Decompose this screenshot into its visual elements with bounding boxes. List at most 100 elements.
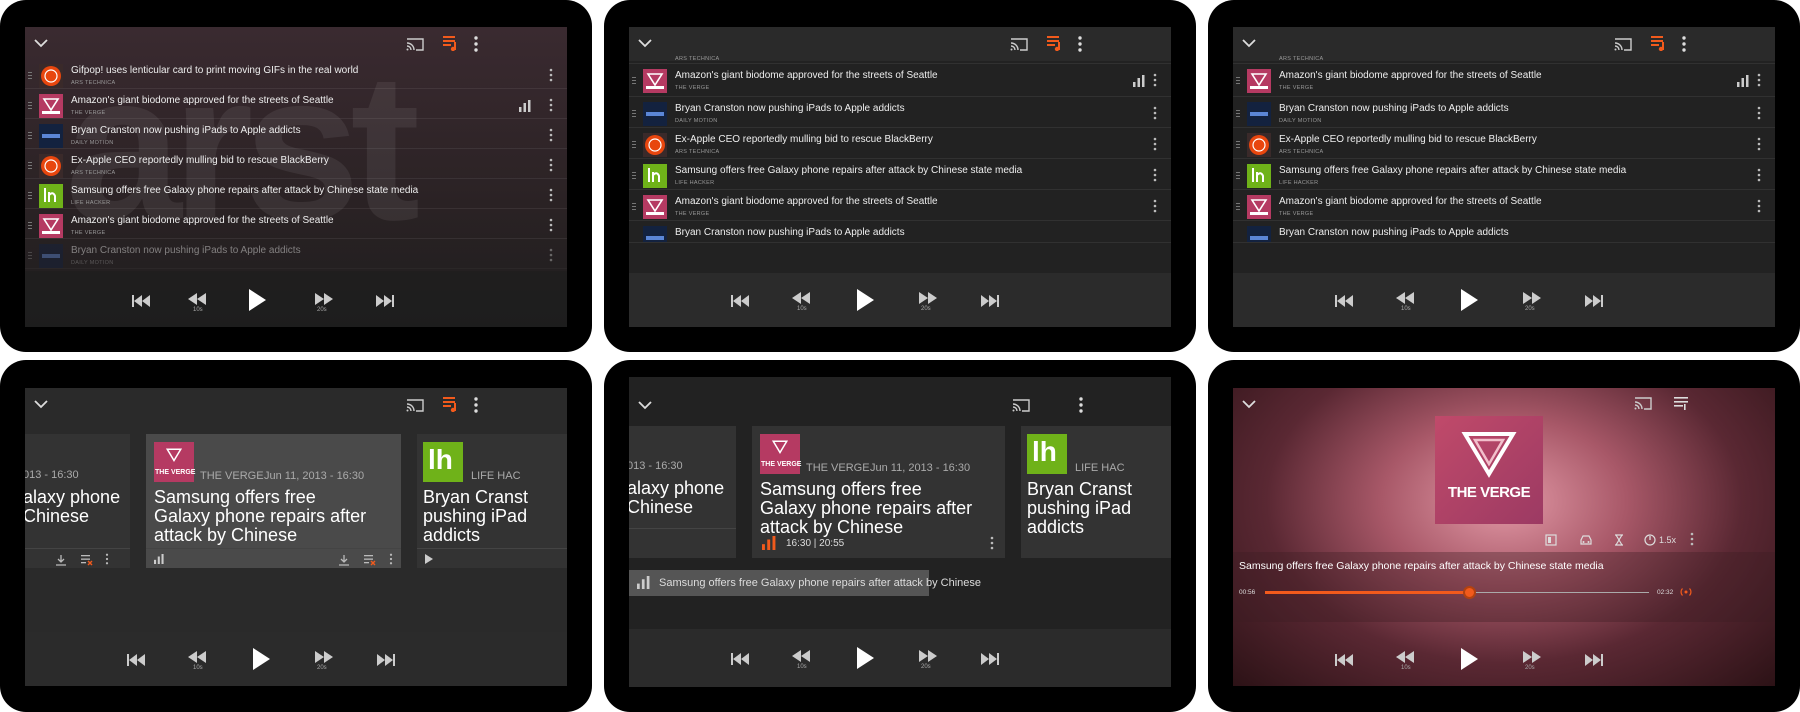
more-vert-icon[interactable] <box>549 128 553 142</box>
more-vert-icon[interactable] <box>1153 199 1157 213</box>
more-vert-icon[interactable] <box>1153 73 1157 87</box>
skip-previous-icon[interactable] <box>126 653 146 667</box>
fast-forward-icon[interactable] <box>1523 292 1541 304</box>
more-vert-icon[interactable] <box>549 248 553 262</box>
more-vert-icon[interactable] <box>1153 168 1157 182</box>
cast-icon[interactable] <box>1009 36 1029 52</box>
skip-next-icon[interactable] <box>1584 294 1604 308</box>
drag-handle-icon[interactable] <box>632 141 636 149</box>
cast-icon[interactable] <box>1633 395 1653 411</box>
list-item[interactable]: Bryan Cranston now pushing iPads to Appl… <box>629 97 1171 128</box>
episode-card-left[interactable]: 013 - 16:30 alaxy phone Chinese <box>25 434 130 568</box>
list-item[interactable]: Amazon's giant biodome approved for the … <box>25 89 567 119</box>
list-item[interactable]: Amazon's giant biodome approved for the … <box>1233 190 1775 221</box>
more-vert-icon[interactable] <box>1757 137 1761 151</box>
chevron-down-icon[interactable] <box>1241 35 1257 51</box>
more-vert-icon[interactable] <box>549 98 553 112</box>
list-item[interactable]: Bryan Cranston now pushing iPads to Appl… <box>1233 97 1775 128</box>
skip-previous-icon[interactable] <box>131 294 151 308</box>
chevron-down-icon[interactable] <box>637 35 653 51</box>
speed-icon[interactable] <box>1644 534 1656 546</box>
list-item[interactable]: Bryan Cranston now pushing iPads to Appl… <box>1233 221 1775 243</box>
skip-previous-icon[interactable] <box>1334 294 1354 308</box>
queue-icon[interactable] <box>442 396 460 412</box>
drag-handle-icon[interactable] <box>1236 110 1240 118</box>
drag-handle-icon[interactable] <box>28 252 32 260</box>
chevron-down-icon[interactable] <box>1241 396 1257 412</box>
play-icon[interactable] <box>425 554 433 564</box>
chevron-down-icon[interactable] <box>33 35 49 51</box>
list-item[interactable]: Samsung offers free Galaxy phone repairs… <box>25 179 567 209</box>
more-vert-icon[interactable] <box>1757 168 1761 182</box>
skip-next-icon[interactable] <box>1584 653 1604 667</box>
drag-handle-icon[interactable] <box>28 192 32 200</box>
fast-forward-icon[interactable] <box>315 651 333 663</box>
fast-forward-icon[interactable] <box>1523 651 1541 663</box>
drag-handle-icon[interactable] <box>28 222 32 230</box>
episode-card-right[interactable]: lh LIFE HAC Bryan Cranst pushing iPad ad… <box>417 434 567 568</box>
more-vert-icon[interactable] <box>1757 106 1761 120</box>
play-icon[interactable] <box>1459 647 1479 671</box>
episode-card-left[interactable]: 013 - 16:30 alaxy phone Chinese <box>629 426 736 558</box>
more-vert-icon[interactable] <box>549 188 553 202</box>
skip-previous-icon[interactable] <box>1334 653 1354 667</box>
queue-icon[interactable] <box>1046 35 1064 51</box>
list-item[interactable]: Ex-Apple CEO reportedly mulling bid to r… <box>629 128 1171 159</box>
seek-thumb[interactable] <box>1462 586 1476 599</box>
more-vert-icon[interactable] <box>549 68 553 82</box>
drag-handle-icon[interactable] <box>28 72 32 80</box>
fast-forward-icon[interactable] <box>315 293 333 305</box>
car-icon[interactable] <box>1579 534 1593 546</box>
cast-icon[interactable] <box>405 36 425 52</box>
download-icon[interactable] <box>338 554 350 566</box>
rewind-icon[interactable] <box>188 651 206 663</box>
skip-next-icon[interactable] <box>980 652 1000 666</box>
play-icon[interactable] <box>1459 288 1479 312</box>
rewind-icon[interactable] <box>792 292 810 304</box>
drag-handle-icon[interactable] <box>1236 172 1240 180</box>
queue-icon[interactable] <box>1671 395 1689 411</box>
drag-handle-icon[interactable] <box>1236 203 1240 211</box>
play-icon[interactable] <box>251 647 271 671</box>
more-vert-icon[interactable] <box>473 396 479 414</box>
episode-card-current[interactable]: THE VERGE THE VERGE Jun 11, 2013 - 16:30… <box>752 426 1005 558</box>
seek-bar[interactable] <box>1265 586 1649 599</box>
remove-from-queue-icon[interactable] <box>81 554 93 566</box>
drag-handle-icon[interactable] <box>632 203 636 211</box>
drag-handle-icon[interactable] <box>28 162 32 170</box>
list-item[interactable]: Amazon's giant biodome approved for the … <box>25 209 567 239</box>
more-vert-icon[interactable] <box>1690 532 1694 546</box>
list-item[interactable]: Amazon's giant biodome approved for the … <box>629 64 1171 97</box>
list-item[interactable]: Amazon's giant biodome approved for the … <box>629 190 1171 221</box>
list-item[interactable]: Amazon's giant biodome approved for the … <box>1233 64 1775 97</box>
play-icon[interactable] <box>247 288 267 312</box>
chevron-down-icon[interactable] <box>33 396 49 412</box>
skip-next-icon[interactable] <box>980 294 1000 308</box>
more-vert-icon[interactable] <box>1078 396 1084 414</box>
episode-card-current[interactable]: THE VERGE THE VERGE Jun 11, 2013 - 16:30… <box>146 434 401 568</box>
drag-handle-icon[interactable] <box>632 172 636 180</box>
more-vert-icon[interactable] <box>105 553 109 565</box>
more-vert-icon[interactable] <box>473 35 479 53</box>
more-vert-icon[interactable] <box>1077 35 1083 53</box>
playback-speed[interactable]: 1.5x <box>1659 535 1676 545</box>
play-icon[interactable] <box>855 288 875 312</box>
more-vert-icon[interactable] <box>389 553 393 565</box>
rewind-icon[interactable] <box>1396 651 1414 663</box>
drag-handle-icon[interactable] <box>28 102 32 110</box>
more-vert-icon[interactable] <box>549 158 553 172</box>
more-vert-icon[interactable] <box>549 218 553 232</box>
more-vert-icon[interactable] <box>1153 106 1157 120</box>
cast-icon[interactable] <box>1011 397 1031 413</box>
more-vert-icon[interactable] <box>990 536 994 550</box>
more-vert-icon[interactable] <box>1757 73 1761 87</box>
rewind-icon[interactable] <box>792 650 810 662</box>
skip-next-icon[interactable] <box>376 653 396 667</box>
list-item[interactable]: Samsung offers free Galaxy phone repairs… <box>629 159 1171 190</box>
skip-next-icon[interactable] <box>375 294 395 308</box>
hourglass-icon[interactable] <box>1614 534 1624 546</box>
skip-previous-icon[interactable] <box>730 294 750 308</box>
list-item[interactable]: Bryan Cranston now pushing iPads to Appl… <box>25 119 567 149</box>
remove-from-queue-icon[interactable] <box>364 554 376 566</box>
queue-icon[interactable] <box>1650 35 1668 51</box>
